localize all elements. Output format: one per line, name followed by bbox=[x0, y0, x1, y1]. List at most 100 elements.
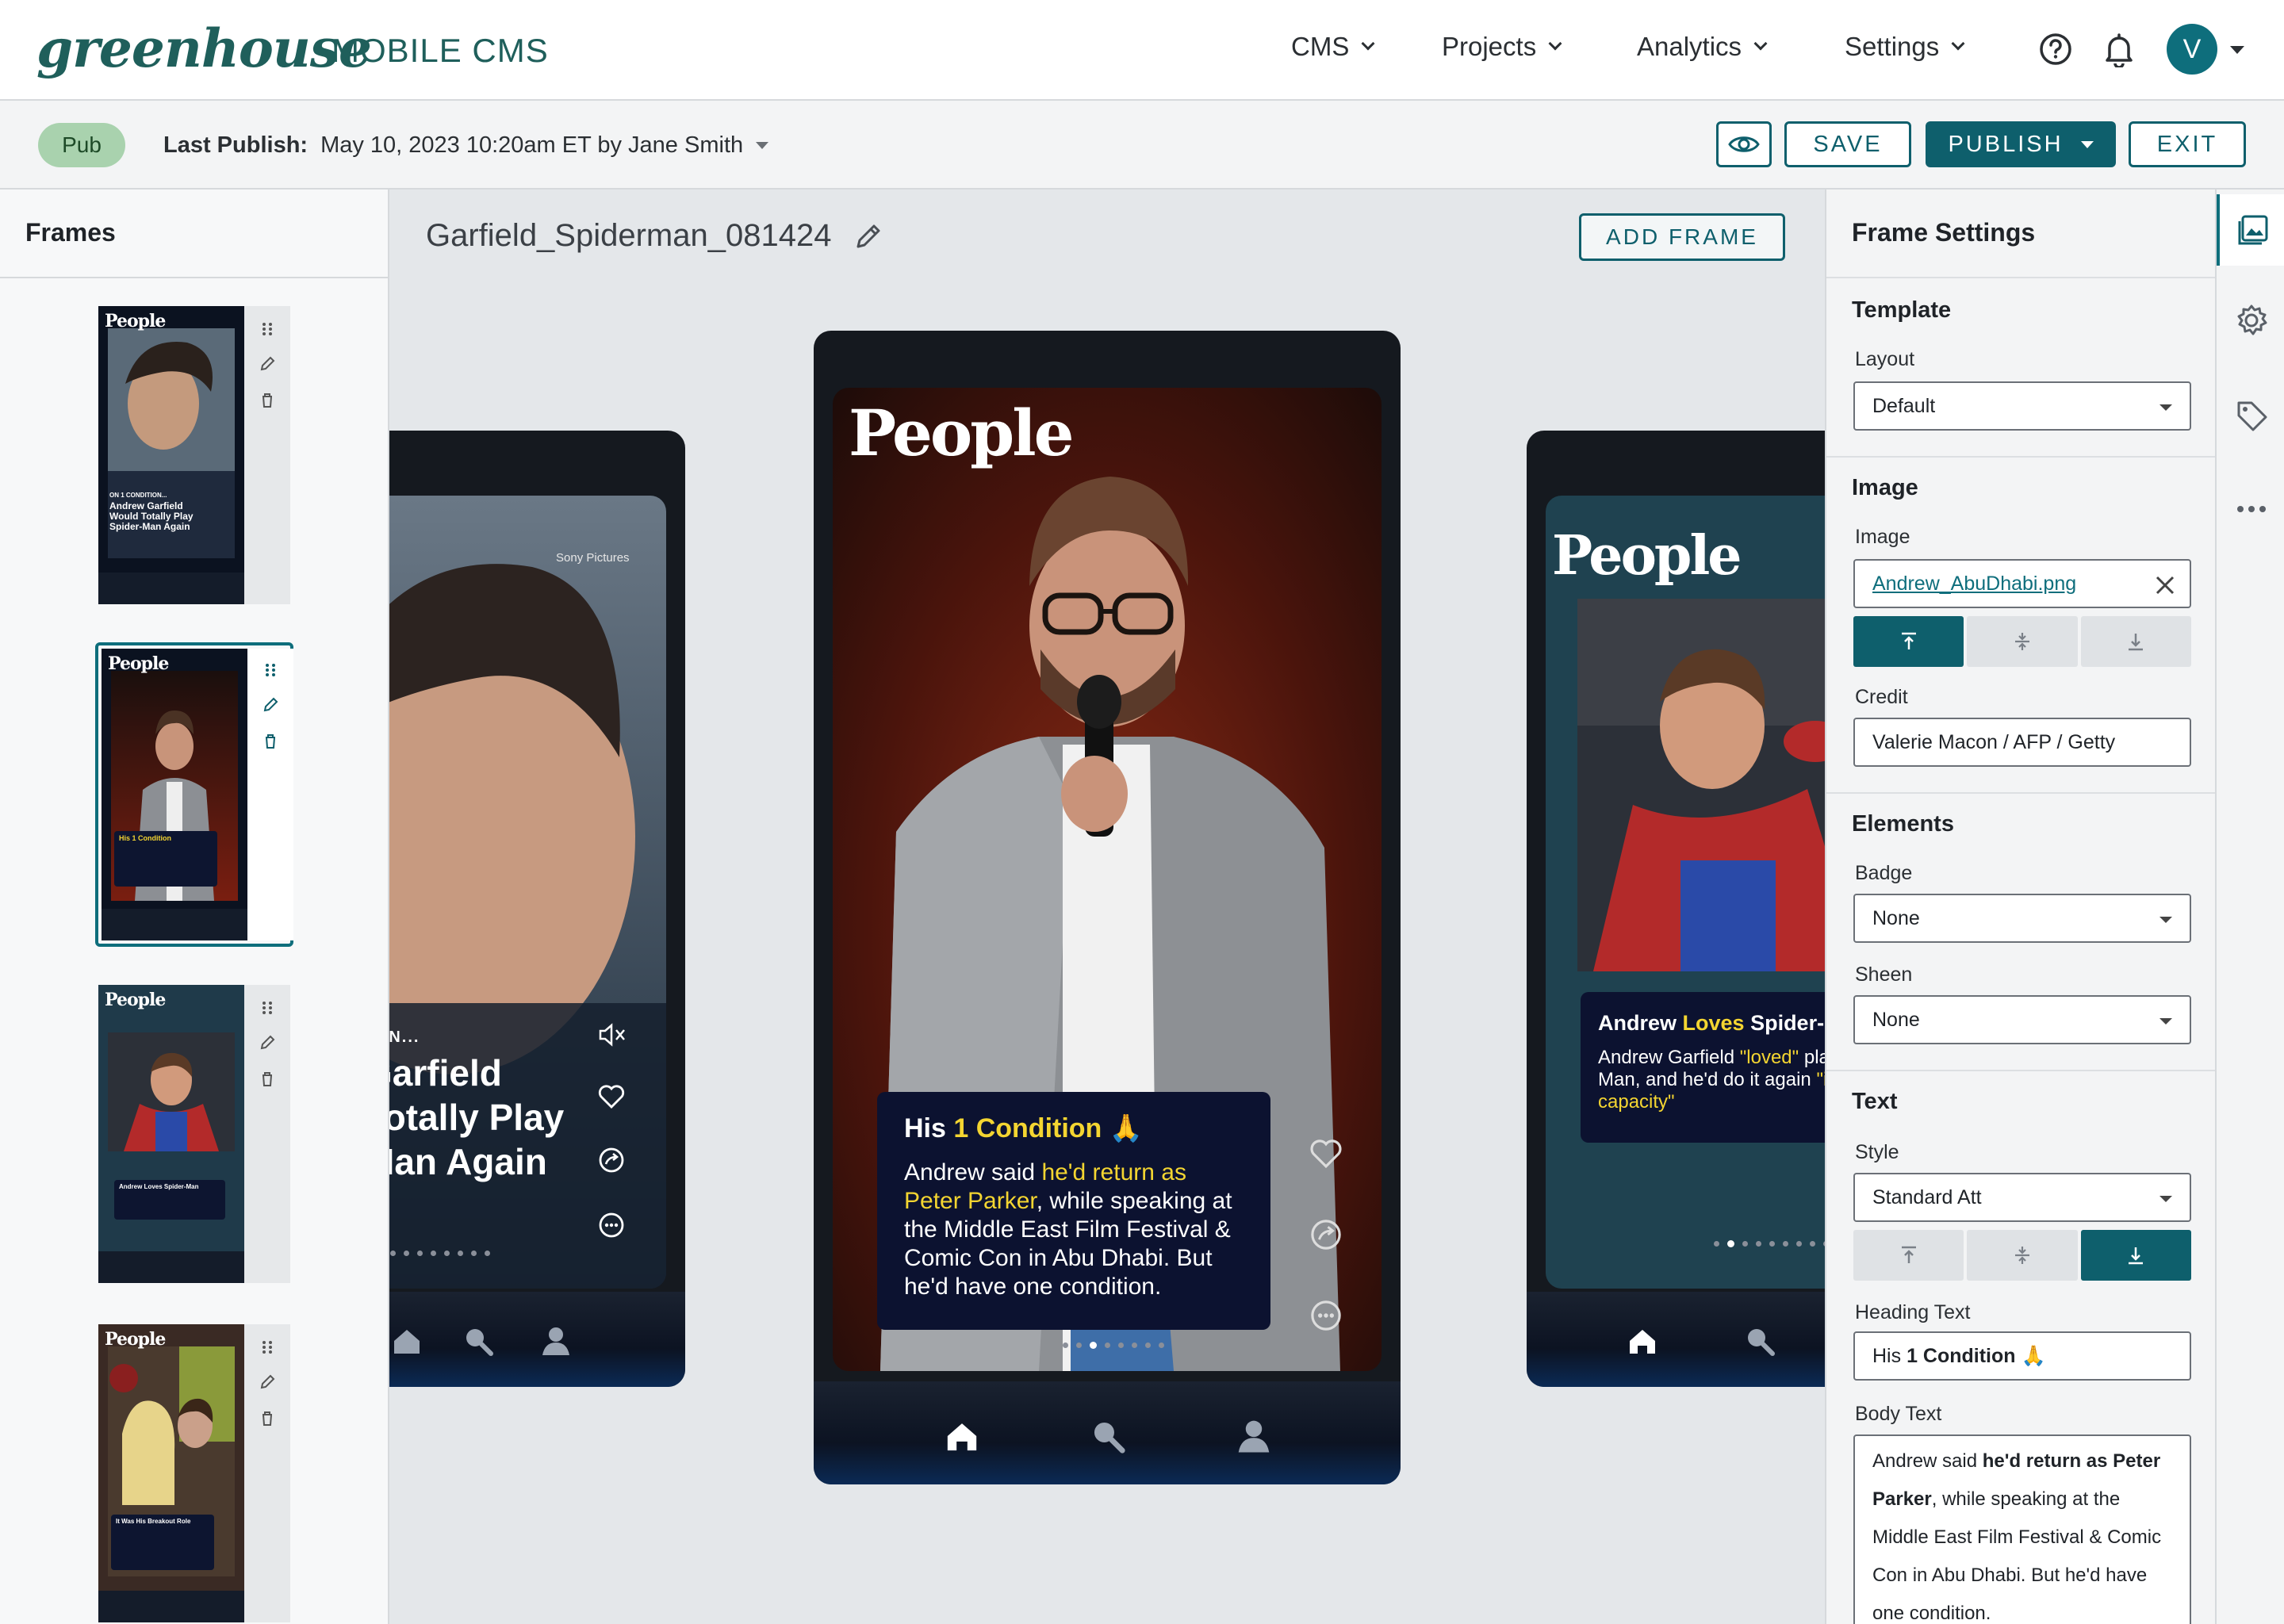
profile-icon[interactable] bbox=[1234, 1416, 1274, 1456]
rail-more[interactable] bbox=[2217, 473, 2284, 545]
last-publish-info[interactable]: Last Publish: May 10, 2023 10:20am ET by… bbox=[163, 132, 769, 159]
card-heading: His 1 Condition 🙏 bbox=[904, 1113, 1244, 1144]
rail-image-settings[interactable] bbox=[2217, 194, 2284, 266]
publish-button[interactable]: PUBLISH bbox=[1926, 121, 2116, 167]
heading-text: Spider-Man bbox=[1750, 1011, 1825, 1035]
photo-credit: Sony Pictures bbox=[556, 551, 630, 565]
top-nav: greenhouse MOBILE CMS CMS Projects Analy… bbox=[0, 0, 2284, 101]
card-body: Andrew Garfield "loved" playing Spider-M… bbox=[1598, 1047, 1825, 1113]
nav-cms[interactable]: CMS bbox=[1291, 32, 1375, 62]
style-label: Style bbox=[1855, 1141, 1899, 1163]
frame-name-heading[interactable]: Garfield_Spiderman_081424 bbox=[426, 218, 883, 254]
notifications-button[interactable] bbox=[2097, 27, 2141, 71]
image-file-link[interactable]: Andrew_AbuDhabi.png bbox=[1872, 573, 2076, 596]
style-value: Standard Att bbox=[1872, 1185, 1982, 1208]
trash-icon[interactable] bbox=[259, 392, 276, 409]
home-icon[interactable] bbox=[942, 1416, 982, 1456]
nav-projects[interactable]: Projects bbox=[1442, 32, 1562, 62]
sheen-value: None bbox=[1872, 1008, 1920, 1031]
body-text-editor[interactable]: Andrew said he'd return as Peter Parker,… bbox=[1853, 1434, 2191, 1624]
search-icon[interactable] bbox=[1088, 1416, 1128, 1456]
exit-button[interactable]: EXIT bbox=[2129, 121, 2246, 167]
nav-analytics[interactable]: Analytics bbox=[1637, 32, 1768, 62]
pencil-icon[interactable] bbox=[259, 1373, 276, 1391]
more-icon[interactable] bbox=[597, 1211, 626, 1239]
tag-icon bbox=[2237, 401, 2267, 431]
share-icon[interactable] bbox=[597, 1146, 626, 1174]
add-frame-button[interactable]: ADD FRAME bbox=[1579, 213, 1785, 261]
nav-analytics-label: Analytics bbox=[1637, 32, 1742, 61]
pagination-dots bbox=[1063, 1342, 1164, 1349]
drag-handle-icon[interactable] bbox=[259, 320, 276, 338]
trash-icon[interactable] bbox=[259, 1071, 276, 1088]
badge-value: None bbox=[1872, 906, 1920, 929]
trash-icon[interactable] bbox=[259, 1410, 276, 1427]
user-avatar[interactable]: V bbox=[2167, 24, 2217, 75]
home-icon[interactable] bbox=[1625, 1323, 1660, 1358]
rail-settings[interactable] bbox=[2217, 285, 2284, 356]
text-align-control bbox=[1853, 1230, 2191, 1281]
frame-thumbnail-image[interactable]: People ON 1 CONDITION... Andrew Garfield… bbox=[98, 306, 244, 604]
people-logo: People bbox=[108, 653, 169, 674]
rail-tags[interactable] bbox=[2217, 380, 2284, 451]
pencil-icon[interactable] bbox=[853, 221, 883, 251]
frame-headline: It Was His Breakout Role bbox=[116, 1518, 191, 1525]
heart-icon[interactable] bbox=[1309, 1136, 1343, 1171]
layout-select[interactable]: Default bbox=[1853, 381, 2191, 431]
pencil-icon[interactable] bbox=[259, 1034, 276, 1051]
align-bottom-button[interactable] bbox=[2080, 616, 2191, 667]
sheen-select[interactable]: None bbox=[1853, 995, 2191, 1044]
kicker-text: TION... bbox=[389, 1028, 420, 1046]
nav-settings[interactable]: Settings bbox=[1845, 32, 1965, 62]
save-button[interactable]: SAVE bbox=[1784, 121, 1911, 167]
share-icon[interactable] bbox=[1309, 1217, 1343, 1252]
credit-input[interactable]: Valerie Macon / AFP / Getty bbox=[1853, 718, 2191, 767]
heading-text-input[interactable]: His 1 Condition 🙏 bbox=[1853, 1331, 2191, 1381]
preview-button[interactable] bbox=[1716, 121, 1772, 167]
spiderman-image bbox=[1577, 599, 1825, 971]
drag-handle-icon[interactable] bbox=[259, 999, 276, 1017]
frame-thumbnail-4[interactable]: People It Was His Breakout Role bbox=[98, 1324, 290, 1622]
text-align-bottom-button[interactable] bbox=[2080, 1230, 2191, 1281]
divider bbox=[1826, 277, 2215, 278]
frame-thumbnail-1[interactable]: People ON 1 CONDITION... Andrew Garfield… bbox=[98, 306, 290, 604]
help-button[interactable] bbox=[2033, 27, 2078, 71]
align-middle-button[interactable] bbox=[1967, 616, 2078, 667]
mute-icon[interactable] bbox=[596, 1019, 627, 1051]
frame-headline: His 1 Condition bbox=[119, 834, 171, 842]
style-select[interactable]: Standard Att bbox=[1853, 1173, 2191, 1222]
body-text: Andrew said bbox=[904, 1159, 1042, 1185]
search-icon[interactable] bbox=[1742, 1323, 1777, 1358]
image-file-field[interactable]: Andrew_AbuDhabi.png bbox=[1853, 559, 2191, 608]
frame-thumbnail-image[interactable]: People His 1 Condition bbox=[102, 649, 247, 940]
next-frame-preview[interactable]: People Andrew Loves Spider-Man Andrew Ga… bbox=[1527, 431, 1825, 1387]
heading-emoji: 🙏 bbox=[2015, 1344, 2046, 1367]
heart-icon[interactable] bbox=[597, 1082, 626, 1111]
nav-cms-label: CMS bbox=[1291, 32, 1350, 61]
badge-select[interactable]: None bbox=[1853, 894, 2191, 943]
close-icon[interactable] bbox=[2155, 575, 2175, 596]
align-top-button[interactable] bbox=[1853, 616, 1964, 667]
frame-thumbnail-3[interactable]: People Andrew Loves Spider-Man bbox=[98, 985, 290, 1283]
drag-handle-icon[interactable] bbox=[259, 1339, 276, 1356]
pencil-icon[interactable] bbox=[262, 696, 279, 714]
product-name: MOBILE CMS bbox=[331, 32, 549, 69]
frame-thumbnail-image[interactable]: People It Was His Breakout Role bbox=[98, 1324, 244, 1622]
drag-handle-icon[interactable] bbox=[262, 661, 279, 679]
frame-thumbnail-image[interactable]: People Andrew Loves Spider-Man bbox=[98, 985, 244, 1283]
text-align-top-button[interactable] bbox=[1853, 1230, 1964, 1281]
search-icon[interactable] bbox=[461, 1323, 496, 1358]
trash-icon[interactable] bbox=[262, 733, 279, 750]
home-icon[interactable] bbox=[389, 1323, 424, 1358]
text-align-middle-button[interactable] bbox=[1967, 1230, 2078, 1281]
more-icon[interactable] bbox=[1309, 1298, 1343, 1333]
prev-frame-preview[interactable]: Sony Pictures TION... Garfield Totally P… bbox=[389, 431, 685, 1387]
active-frame-preview[interactable]: People His 1 Condition 🙏 Andrew said he'… bbox=[814, 331, 1401, 1484]
pencil-icon[interactable] bbox=[259, 355, 276, 373]
credit-label: Credit bbox=[1855, 686, 1908, 708]
frame-thumbnail-2[interactable]: People His 1 Condition bbox=[95, 642, 293, 947]
greenhouse-logo[interactable]: greenhouse bbox=[36, 17, 372, 79]
profile-icon[interactable] bbox=[538, 1323, 573, 1358]
settings-title: Frame Settings bbox=[1852, 218, 2036, 247]
caret-down-icon[interactable] bbox=[2230, 46, 2244, 54]
